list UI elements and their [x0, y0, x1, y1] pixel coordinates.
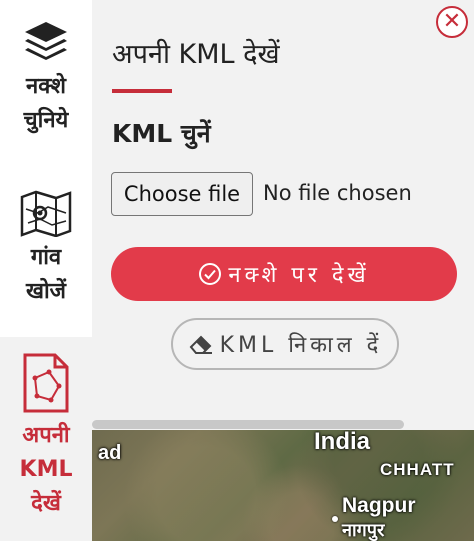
eraser-icon	[188, 334, 214, 354]
sidebar-item-label: गांव खोजें	[25, 245, 67, 304]
title-underline	[112, 89, 172, 93]
city-marker	[332, 516, 338, 522]
map-label-partial: ad	[98, 442, 122, 464]
sidebar: नक्शे चुनिये गांव खोजें अपनी KML देखें	[0, 0, 92, 541]
kml-panel: अपनी KML देखें KML चुनें Choose file No …	[92, 0, 474, 430]
sidebar-item-view-kml[interactable]: अपनी KML देखें	[0, 337, 92, 541]
sidebar-item-label: अपनी KML देखें	[19, 423, 73, 516]
view-on-map-label: नक्शे पर देखें	[228, 263, 370, 288]
page-title: अपनी KML देखें	[112, 39, 280, 70]
remove-kml-label: KML निकाल दें	[219, 333, 383, 358]
map-label-nagpur-hindi: नागपुर	[342, 520, 385, 540]
sidebar-item-label: नक्शे चुनिये	[23, 74, 69, 133]
map-pin-icon	[16, 185, 76, 241]
check-circle-icon	[198, 262, 222, 286]
file-status-text: No file chosen	[263, 181, 412, 205]
satellite-map[interactable]: India ad CHHATT Nagpur नागपुर	[92, 430, 474, 541]
remove-kml-button[interactable]: KML निकाल दें	[171, 318, 399, 370]
close-icon: ✕	[442, 9, 462, 34]
view-on-map-button[interactable]: नक्शे पर देखें	[111, 247, 457, 301]
map-label-chhattisgarh: CHHATT	[380, 460, 455, 479]
horizontal-scrollbar[interactable]	[92, 420, 404, 429]
map-label-india: India	[314, 430, 371, 455]
close-button[interactable]: ✕	[436, 6, 468, 38]
choose-file-button[interactable]: Choose file	[111, 172, 253, 216]
layers-icon	[16, 14, 76, 70]
sidebar-item-find-village[interactable]: गांव खोजें	[0, 185, 92, 335]
sidebar-item-choose-maps[interactable]: नक्शे चुनिये	[0, 14, 92, 164]
kml-file-icon	[16, 347, 76, 419]
map-label-nagpur: Nagpur	[342, 494, 416, 517]
section-label: KML चुनें	[112, 119, 211, 148]
